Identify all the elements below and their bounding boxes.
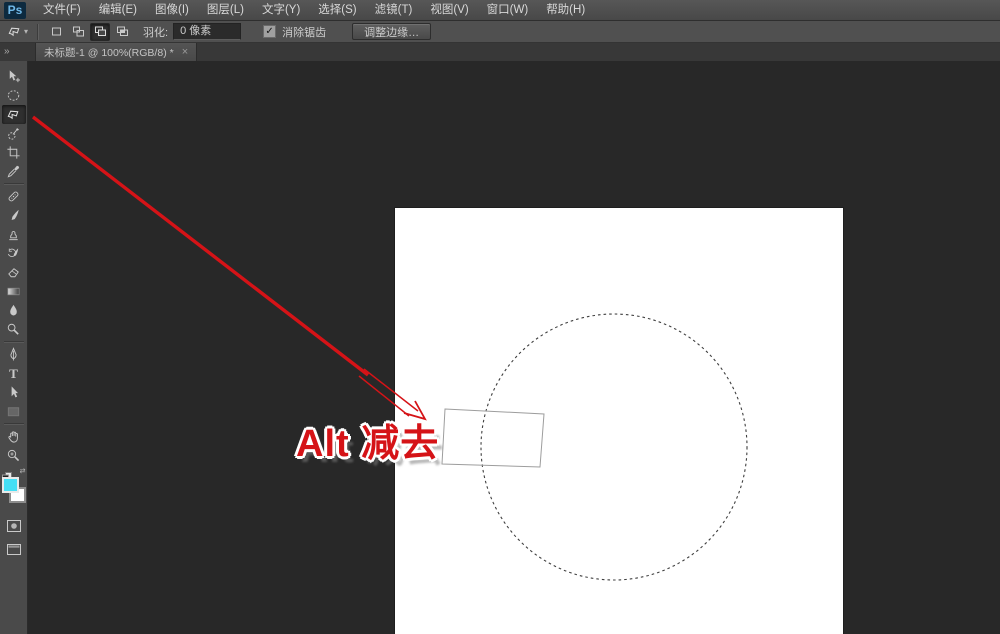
tool-brush[interactable] [2,206,26,225]
chevron-down-icon[interactable]: ▾ [24,27,28,36]
eraser-icon [6,265,21,280]
tutorial-arrow [33,117,425,419]
tool-move[interactable] [2,67,26,86]
hand-icon [6,429,21,444]
lasso-icon [6,107,21,122]
menu-item-3[interactable]: 图层(L) [198,0,253,20]
brush-icon [6,208,21,223]
polygonal-lasso-icon [7,24,22,39]
menubar: Ps 文件(F)编辑(E)图像(I)图层(L)文字(Y)选择(S)滤镜(T)视图… [0,0,1000,21]
document[interactable] [395,208,843,634]
crop-icon [6,145,21,160]
selection-mode-group [45,23,133,41]
gradient-icon [6,284,21,299]
toolbar-divider [4,423,24,425]
move-icon [6,69,21,84]
intersect-with-selection-icon [116,25,129,38]
tool-pen[interactable] [2,345,26,364]
tool-zoom[interactable] [2,446,26,465]
menu-item-6[interactable]: 滤镜(T) [366,0,422,20]
new-selection-icon [50,25,63,38]
photoshop-window: Ps 文件(F)编辑(E)图像(I)图层(L)文字(Y)选择(S)滤镜(T)视图… [0,0,1000,634]
spot-healing-icon [6,189,21,204]
screen-mode-icon [6,543,22,556]
quick-mask-icon [6,519,22,533]
menu-item-0[interactable]: 文件(F) [34,0,90,20]
tool-path-selection[interactable] [2,383,26,402]
eyedropper-icon [6,164,21,179]
shape-icon [6,404,21,419]
foreground-color-swatch[interactable] [2,477,19,493]
intersect-with-selection-button[interactable] [112,23,132,41]
subtract-from-selection-icon [94,25,107,38]
menu-item-8[interactable]: 窗口(W) [478,0,538,20]
menu-item-2[interactable]: 图像(I) [146,0,198,20]
menu: 文件(F)编辑(E)图像(I)图层(L)文字(Y)选择(S)滤镜(T)视图(V)… [34,0,594,20]
tool-preset-button[interactable]: ▾ [0,24,31,39]
panel-collapse-icon[interactable]: » [0,43,28,61]
photoshop-logo: Ps [4,2,26,19]
toolbar-divider [4,183,24,185]
checkbox-check-icon: ✓ [263,25,276,38]
feather-label: 羽化: [143,24,168,40]
subtract-from-selection-button[interactable] [90,23,110,41]
tool-eraser[interactable] [2,263,26,282]
pen-icon [6,347,21,362]
antialias-checkbox[interactable]: ✓ 消除锯齿 [263,24,326,40]
quick-selection-icon [6,126,21,141]
tool-gradient[interactable] [2,282,26,301]
zoom-icon [6,448,21,463]
tool-history-brush[interactable] [2,244,26,263]
tool-shape[interactable] [2,402,26,421]
path-selection-icon [6,385,21,400]
document-tab-title: 未标题-1 @ 100%(RGB/8) * [44,45,174,60]
tab-close-icon[interactable]: × [182,46,188,58]
options-bar: ▾ 羽化: 0 像素 ✓ 消除锯齿 调整边缘… [0,21,1000,43]
screen-mode-button[interactable] [2,540,26,558]
tool-marquee[interactable] [2,86,26,105]
tool-type[interactable]: T [2,364,26,383]
antialias-label: 消除锯齿 [282,24,326,40]
blur-icon [6,303,21,318]
marquee-icon [6,88,21,103]
tool-clone-stamp[interactable] [2,225,26,244]
clone-stamp-icon [6,227,21,242]
add-to-selection-icon [72,25,85,38]
history-brush-icon [6,246,21,261]
tab-bar: » 未标题-1 @ 100%(RGB/8) * × [0,43,1000,61]
svg-text:T: T [9,366,18,381]
annotation-text: Alt 减去 [296,423,439,467]
feather-input[interactable]: 0 像素 [173,23,241,40]
menu-item-9[interactable]: 帮助(H) [537,0,594,20]
tool-lasso[interactable] [2,105,26,124]
menu-item-4[interactable]: 文字(Y) [253,0,309,20]
new-selection-button[interactable] [46,23,66,41]
document-tab[interactable]: 未标题-1 @ 100%(RGB/8) * × [35,43,197,61]
type-icon: T [6,366,21,381]
tools-panel: T ⇄ [0,61,28,634]
tool-dodge[interactable] [2,320,26,339]
menu-item-1[interactable]: 编辑(E) [90,0,146,20]
refine-edge-button[interactable]: 调整边缘… [352,23,431,40]
tool-list: T [2,67,26,465]
tool-quick-selection[interactable] [2,124,26,143]
swap-colors-icon[interactable]: ⇄ [20,467,26,475]
color-swatches: ⇄ [0,468,28,512]
canvas-area[interactable]: Alt 减去 [28,61,1000,634]
add-to-selection-button[interactable] [68,23,88,41]
tool-blur[interactable] [2,301,26,320]
tool-hand[interactable] [2,427,26,446]
tool-eyedropper[interactable] [2,162,26,181]
tool-crop[interactable] [2,143,26,162]
tool-spot-healing[interactable] [2,187,26,206]
options-separator [37,24,39,40]
dodge-icon [6,322,21,337]
menu-item-7[interactable]: 视图(V) [421,0,477,20]
workspace: T ⇄ [0,61,1000,634]
menu-item-5[interactable]: 选择(S) [309,0,365,20]
quick-mask-button[interactable] [2,517,26,535]
toolbar-divider [4,341,24,343]
